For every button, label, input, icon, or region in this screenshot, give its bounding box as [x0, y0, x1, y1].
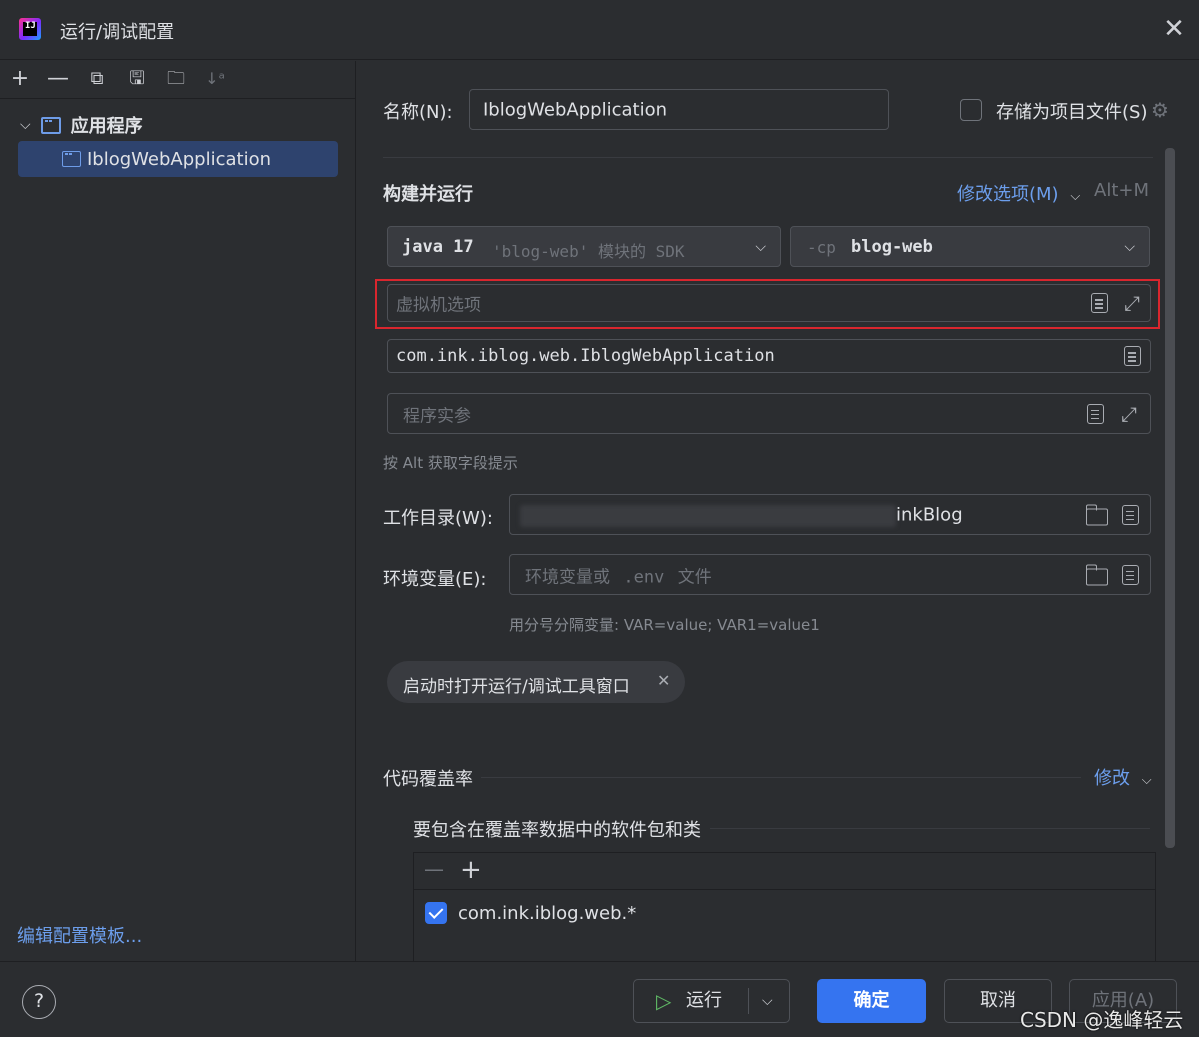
remove-icon[interactable]: —: [46, 67, 70, 91]
document-icon[interactable]: [1091, 293, 1108, 313]
working-directory-input[interactable]: inkBlog: [509, 494, 1151, 535]
folder-icon[interactable]: [1085, 504, 1108, 525]
tree-toolbar: + — ⧉ 🖫 🗀 ↓ᵃ: [0, 61, 356, 99]
divider: [710, 828, 1150, 829]
environment-variables-input[interactable]: 环境变量或 .env 文件: [509, 554, 1151, 595]
name-label: 名称(N):: [383, 102, 453, 123]
working-directory-value: inkBlog: [896, 504, 963, 525]
document-icon[interactable]: [1122, 564, 1139, 585]
cp-prefix: -cp: [807, 238, 836, 257]
ok-button[interactable]: 确定: [817, 979, 926, 1023]
env-placeholder-part: 环境变量或: [525, 567, 610, 587]
env-placeholder-part: 文件: [677, 567, 712, 587]
expand-icon[interactable]: ⤢: [1119, 404, 1139, 424]
chevron-down-icon: ⌵: [1141, 773, 1152, 788]
coverage-packages-title: 要包含在覆盖率数据中的软件包和类: [413, 820, 701, 841]
chevron-down-icon[interactable]: ⌵: [762, 980, 773, 1022]
modify-options-label: 修改选项(M): [957, 184, 1059, 205]
store-as-project-checkbox[interactable]: [960, 99, 982, 121]
coverage-item-checkbox[interactable]: [425, 902, 447, 924]
coverage-packages-table: — + com.ink.iblog.web.*: [413, 852, 1156, 962]
expand-icon[interactable]: ⤢: [1122, 293, 1142, 313]
coverage-modify-label: 修改: [1094, 768, 1130, 789]
open-tool-window-chip: 启动时打开运行/调试工具窗口 ✕: [387, 661, 685, 703]
intellij-logo-icon: IJ: [19, 18, 41, 40]
alt-hint: 按 Alt 获取字段提示: [383, 454, 518, 472]
run-label: 运行: [686, 990, 722, 1011]
sdk-dropdown[interactable]: java 17 'blog-web' 模块的 SDK ⌵: [387, 226, 781, 267]
sort-icon[interactable]: ↓ᵃ: [203, 67, 227, 91]
environment-variables-label: 环境变量(E):: [383, 569, 487, 590]
chip-label: 启动时打开运行/调试工具窗口: [403, 677, 630, 697]
copy-icon[interactable]: ⧉: [85, 67, 109, 91]
sdk-main: java 17: [402, 237, 474, 257]
application-icon: [40, 116, 61, 134]
document-icon[interactable]: [1124, 346, 1141, 366]
coverage-section-title: 代码覆盖率: [383, 769, 473, 790]
chevron-down-icon: ⌵: [755, 238, 766, 255]
run-icon: ▷: [656, 989, 672, 1013]
program-arguments-input[interactable]: 程序实参 ⤢: [387, 393, 1151, 434]
chevron-down-icon: ⌵: [1070, 189, 1081, 204]
run-button[interactable]: ▷ 运行 ⌵: [633, 979, 790, 1023]
add-icon[interactable]: +: [460, 855, 482, 885]
window-title: 运行/调试配置: [60, 22, 175, 43]
remove-chip-icon[interactable]: ✕: [657, 671, 670, 690]
configuration-tree-panel: [0, 61, 356, 961]
name-input[interactable]: IblogWebApplication: [469, 89, 889, 130]
divider: [748, 988, 749, 1014]
coverage-modify-link[interactable]: 修改 ⌵: [1094, 764, 1152, 790]
application-icon: [62, 151, 81, 167]
sdk-hint: 'blog-web' 模块的 SDK: [492, 242, 685, 261]
store-as-project-label: 存储为项目文件(S): [996, 102, 1148, 123]
vm-options-input[interactable]: 虚拟机选项 ⤢: [387, 284, 1151, 322]
add-icon[interactable]: +: [8, 67, 32, 91]
help-icon[interactable]: ?: [22, 985, 56, 1019]
remove-icon[interactable]: —: [424, 857, 444, 881]
edit-templates-link[interactable]: 编辑配置模板...: [17, 922, 142, 948]
tree-item-label: IblogWebApplication: [87, 148, 271, 170]
build-run-section-title: 构建并运行: [383, 184, 473, 205]
divider: [383, 157, 1153, 158]
modify-options-link[interactable]: 修改选项(M) ⌵: [957, 180, 1080, 206]
scrollbar[interactable]: [1165, 148, 1175, 848]
watermark: CSDN @逸峰轻云: [1020, 1008, 1184, 1032]
close-icon[interactable]: ✕: [1160, 16, 1188, 44]
working-directory-label: 工作目录(W):: [383, 508, 493, 529]
gear-icon[interactable]: ⚙: [1151, 98, 1169, 122]
divider: [481, 777, 1081, 778]
cp-value: blog-web: [851, 237, 933, 257]
blurred-path: [520, 505, 896, 527]
classpath-dropdown[interactable]: -cp blog-web ⌵: [790, 226, 1150, 267]
modify-options-shortcut: Alt+M: [1094, 180, 1149, 201]
tree-item-iblogwebapplication[interactable]: IblogWebApplication: [18, 141, 338, 177]
tree-group-label: 应用程序: [70, 116, 143, 137]
document-icon[interactable]: [1087, 403, 1104, 424]
chevron-down-icon[interactable]: ⌵: [20, 117, 31, 133]
coverage-item-pattern: com.ink.iblog.web.*: [458, 903, 637, 924]
name-input-value: IblogWebApplication: [483, 99, 667, 120]
folder-icon[interactable]: [1085, 564, 1108, 585]
chevron-down-icon: ⌵: [1124, 238, 1135, 255]
env-placeholder: 环境变量或 .env 文件: [525, 562, 712, 587]
save-icon[interactable]: 🖫: [125, 67, 149, 91]
new-folder-icon[interactable]: 🗀: [164, 67, 188, 91]
env-hint: 用分号分隔变量: VAR=value; VAR1=value1: [509, 616, 820, 634]
document-icon[interactable]: [1122, 504, 1139, 525]
main-class-input[interactable]: com.ink.iblog.web.IblogWebApplication: [387, 339, 1151, 373]
program-arguments-placeholder: 程序实参: [403, 406, 471, 426]
env-placeholder-dotenv: .env: [623, 567, 665, 587]
vm-options-placeholder: 虚拟机选项: [396, 295, 481, 316]
coverage-table-toolbar: — +: [414, 853, 1155, 890]
tree-group-application[interactable]: ⌵ 应用程序: [20, 112, 143, 138]
main-class-value: com.ink.iblog.web.IblogWebApplication: [396, 346, 775, 366]
title-bar: [0, 0, 1199, 60]
